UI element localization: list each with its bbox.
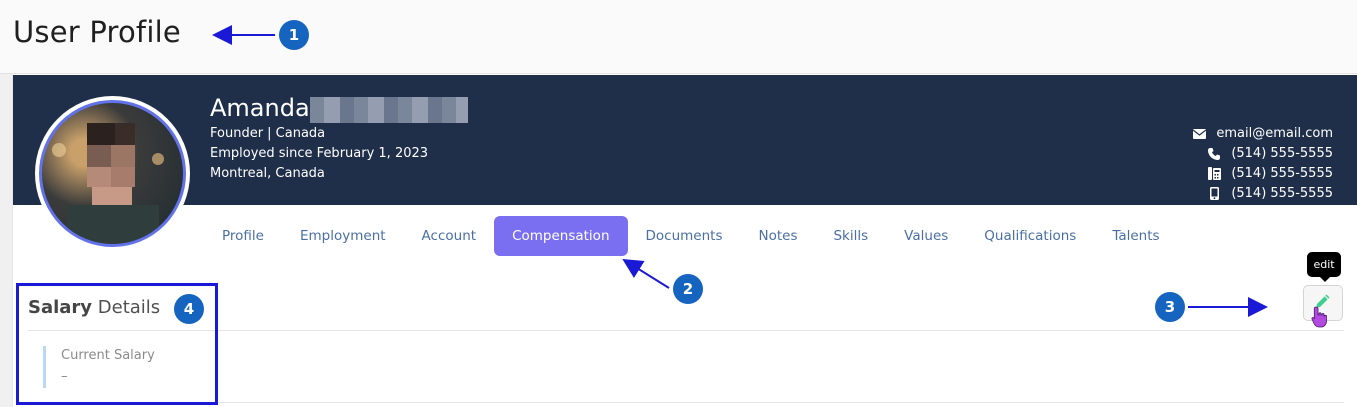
- callout-badge-3: 3: [1155, 292, 1185, 322]
- edit-tooltip: edit: [1307, 252, 1341, 282]
- left-sidebar-edge: [0, 74, 13, 407]
- callout-badge-1: 1: [279, 20, 309, 50]
- tab-compensation[interactable]: Compensation: [494, 216, 628, 256]
- arrow-2: [622, 258, 670, 289]
- tab-documents[interactable]: Documents: [628, 216, 741, 256]
- user-first-name: Amanda: [210, 94, 310, 122]
- tab-qualifications[interactable]: Qualifications: [966, 216, 1094, 256]
- employed-since: Employed since February 1, 2023: [210, 146, 429, 161]
- callout-badge-2: 2: [673, 274, 703, 304]
- role-location: Founder | Canada: [210, 126, 326, 141]
- profile-tabs: Profile Employment Account Compensation …: [204, 216, 1178, 256]
- tab-profile[interactable]: Profile: [204, 216, 282, 256]
- contact-mobile[interactable]: (514) 555-5555: [1207, 186, 1333, 201]
- contact-fax[interactable]: (514) 555-5555: [1207, 166, 1333, 181]
- divider: [28, 402, 1344, 403]
- contact-email-text: email@email.com: [1216, 126, 1333, 141]
- city: Montreal, Canada: [210, 166, 325, 181]
- mobile-icon: [1207, 187, 1221, 201]
- contact-fax-text: (514) 555-5555: [1231, 166, 1333, 181]
- avatar-photo: [39, 100, 186, 247]
- callout-badge-4: 4: [174, 294, 204, 324]
- contact-phone-text: (514) 555-5555: [1231, 146, 1333, 161]
- tab-employment[interactable]: Employment: [282, 216, 404, 256]
- fax-icon: [1207, 167, 1221, 181]
- tab-notes[interactable]: Notes: [740, 216, 815, 256]
- contact-phone[interactable]: (514) 555-5555: [1207, 146, 1333, 161]
- page-header: User Profile: [0, 0, 1357, 74]
- redacted-last-name: [310, 97, 468, 123]
- phone-icon: [1207, 147, 1221, 161]
- page-title: User Profile: [13, 15, 181, 49]
- contact-email[interactable]: email@email.com: [1192, 126, 1333, 141]
- hand-cursor-icon: [1311, 306, 1329, 332]
- tab-account[interactable]: Account: [404, 216, 495, 256]
- divider: [28, 330, 1344, 331]
- tab-skills[interactable]: Skills: [815, 216, 886, 256]
- envelope-icon: [1192, 127, 1206, 141]
- contact-mobile-text: (514) 555-5555: [1231, 186, 1333, 201]
- tab-values[interactable]: Values: [886, 216, 966, 256]
- avatar: [35, 96, 190, 251]
- tab-talents[interactable]: Talents: [1094, 216, 1177, 256]
